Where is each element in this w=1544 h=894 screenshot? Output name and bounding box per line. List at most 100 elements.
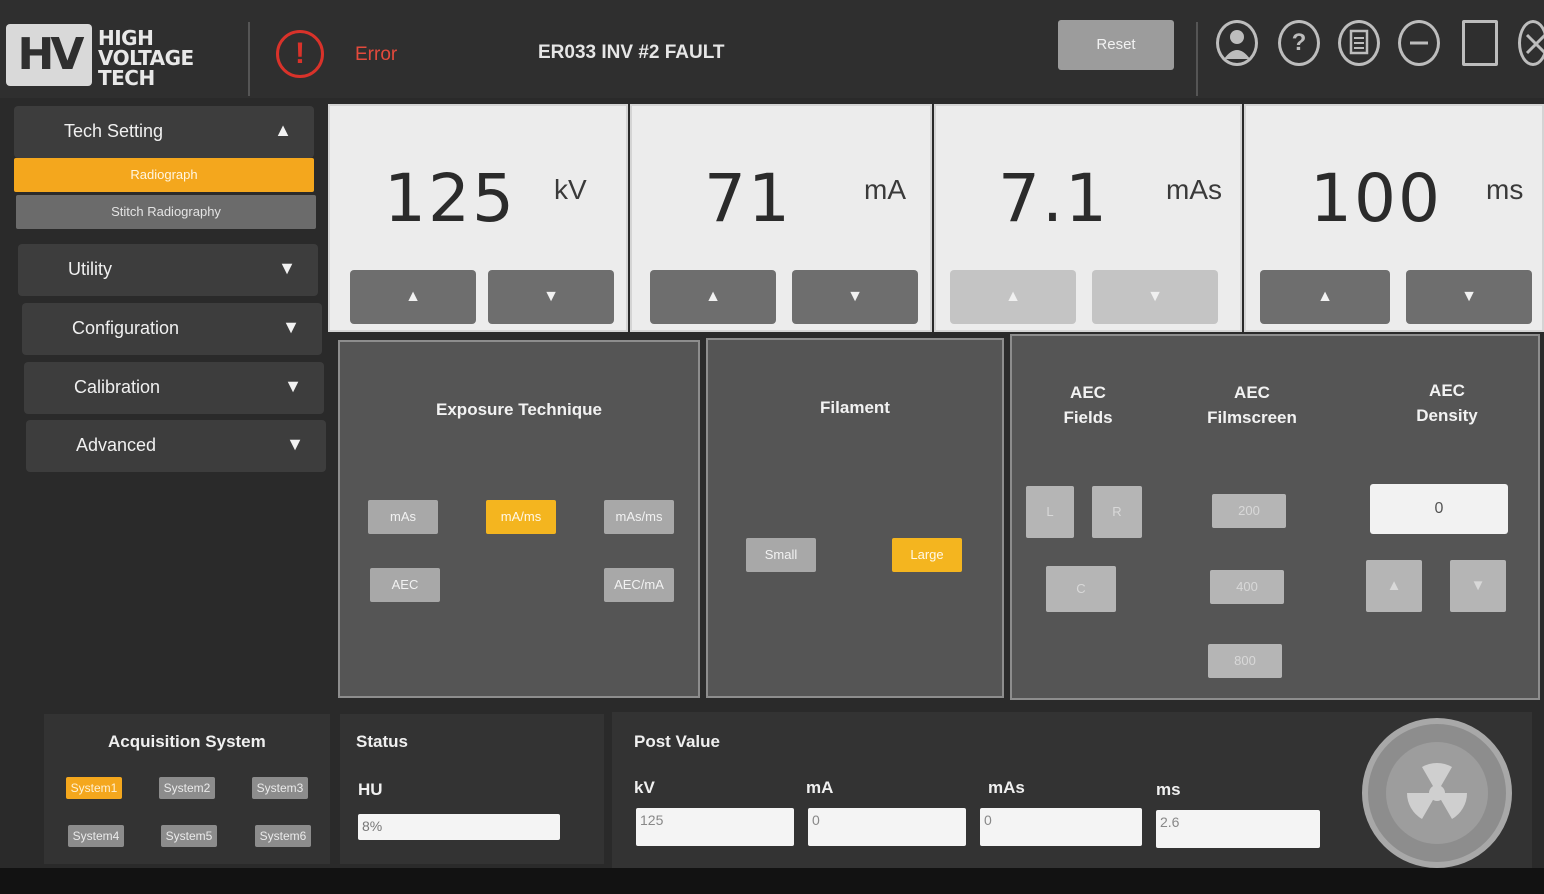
aec-density-field[interactable]: 0	[1370, 484, 1508, 534]
post-mas-field: 0	[980, 808, 1142, 846]
filament-small-button[interactable]: Small	[746, 538, 816, 572]
menu-label: Utility	[68, 259, 112, 279]
header-divider	[248, 22, 250, 96]
maximize-icon[interactable]	[1462, 20, 1498, 66]
exposure-ma-ms-button[interactable]: mA/ms	[486, 500, 556, 534]
ms-up-button[interactable]: ▲	[1260, 270, 1390, 324]
mas-down-button[interactable]: ▼	[1092, 270, 1218, 324]
minimize-icon[interactable]	[1398, 20, 1440, 66]
system4-button[interactable]: System4	[68, 825, 124, 847]
menu-utility[interactable]: Utility ▼	[18, 244, 318, 296]
aec-filmscreen-400-button[interactable]: 400	[1210, 570, 1284, 604]
chevron-down-icon: ▼	[286, 434, 304, 454]
menu-tech-setting[interactable]: Tech Setting ▲	[14, 106, 314, 158]
error-message: ER033 INV #2 FAULT	[538, 42, 725, 63]
error-icon: !	[276, 30, 324, 78]
panel-title: Filament	[820, 398, 890, 417]
aec-field-center-button[interactable]: C	[1046, 566, 1116, 612]
exposure-aec-ma-button[interactable]: AEC/mA	[604, 568, 674, 602]
ma-up-button[interactable]: ▲	[650, 270, 776, 324]
logo-line: VOLTAGE	[98, 46, 194, 70]
logo-mark: HV	[6, 24, 92, 86]
post-ma-label: mA	[806, 778, 834, 797]
exposure-technique-panel: Exposure Technique mAs mA/ms mAs/ms AEC …	[338, 340, 700, 698]
aec-filmscreen-800-button[interactable]: 800	[1208, 644, 1282, 678]
kv-down-button[interactable]: ▼	[488, 270, 614, 324]
error-label: Error	[355, 44, 398, 65]
system1-button[interactable]: System1	[66, 777, 122, 799]
sidebar: Tech Setting ▲ Radiograph Stitch Radiogr…	[10, 100, 328, 700]
exposure-mas-ms-button[interactable]: mAs/ms	[604, 500, 674, 534]
aec-density-down-button[interactable]: ▼	[1450, 560, 1506, 612]
system3-button[interactable]: System3	[252, 777, 308, 799]
ms-card: 100 ms ▲ ▼	[1244, 104, 1544, 332]
status-title: Status	[356, 732, 408, 751]
post-kv-label: kV	[634, 778, 655, 797]
filament-large-button[interactable]: Large	[892, 538, 962, 572]
aec-fields-title: AEC Fields	[1063, 383, 1113, 427]
panel-title: Exposure Technique	[436, 400, 602, 419]
system2-button[interactable]: System2	[159, 777, 215, 799]
menu-configuration[interactable]: Configuration ▼	[22, 303, 322, 355]
menu-advanced[interactable]: Advanced ▼	[26, 420, 326, 472]
hu-label: HU	[358, 780, 383, 799]
sidebar-item-radiograph[interactable]: Radiograph	[14, 158, 314, 192]
aec-filmscreen-200-button[interactable]: 200	[1212, 494, 1286, 528]
aec-field-left-button[interactable]: L	[1026, 486, 1074, 538]
kv-value: 125	[384, 160, 516, 237]
post-ma-field: 0	[808, 808, 966, 846]
header-divider	[1196, 22, 1198, 96]
document-icon[interactable]	[1338, 20, 1380, 66]
system6-button[interactable]: System6	[255, 825, 311, 847]
app-screen: HV HIGH VOLTAGE TECH ! Error ER033 INV #…	[0, 0, 1544, 894]
menu-label: Configuration	[72, 318, 180, 338]
acquisition-title: Acquisition System	[108, 732, 266, 751]
post-mas-label: mAs	[988, 778, 1025, 797]
user-icon[interactable]	[1216, 20, 1258, 66]
expose-button[interactable]	[1362, 718, 1512, 868]
hu-field: 8%	[358, 814, 560, 840]
chevron-up-icon: ▲	[274, 120, 292, 140]
aec-density-up-button[interactable]: ▲	[1366, 560, 1422, 612]
post-kv-field: 125	[636, 808, 794, 846]
kv-card: 125 kV ▲ ▼	[328, 104, 628, 332]
menu-label: Tech Setting	[64, 121, 164, 141]
reset-button[interactable]: Reset	[1058, 20, 1174, 70]
ms-down-button[interactable]: ▼	[1406, 270, 1532, 324]
close-icon[interactable]	[1518, 20, 1544, 66]
chevron-down-icon: ▼	[282, 317, 300, 337]
mas-card: 7.1 mAs ▲ ▼	[934, 104, 1242, 332]
aec-filmscreen-title: AEC Filmscreen	[1207, 383, 1297, 427]
screen-bezel	[0, 868, 1544, 894]
mas-unit: mAs	[1166, 174, 1222, 205]
status-panel: Status HU 8%	[340, 714, 604, 864]
ma-card: 71 mA ▲ ▼	[630, 104, 932, 332]
sidebar-item-stitch-radiography[interactable]: Stitch Radiography	[16, 195, 316, 229]
menu-label: Advanced	[76, 435, 157, 455]
post-ms-field: 2.6	[1156, 810, 1320, 848]
ma-down-button[interactable]: ▼	[792, 270, 918, 324]
post-value-title: Post Value	[634, 732, 720, 751]
acquisition-system-panel: Acquisition System System1 System2 Syste…	[44, 714, 330, 864]
mas-up-button[interactable]: ▲	[950, 270, 1076, 324]
ma-unit: mA	[864, 174, 906, 205]
system5-button[interactable]: System5	[161, 825, 217, 847]
aec-field-right-button[interactable]: R	[1092, 486, 1142, 538]
menu-calibration[interactable]: Calibration ▼	[24, 362, 324, 414]
aec-density-title: AEC Density	[1416, 381, 1478, 425]
logo-line: HIGH	[98, 26, 154, 50]
chevron-down-icon: ▼	[278, 258, 296, 278]
radiation-icon	[1386, 742, 1488, 844]
ms-value: 100	[1310, 160, 1442, 237]
mas-value: 7.1	[998, 160, 1109, 237]
logo-text: HIGH VOLTAGE TECH	[98, 28, 238, 88]
ms-unit: ms	[1486, 174, 1524, 205]
kv-up-button[interactable]: ▲	[350, 270, 476, 324]
exposure-mas-button[interactable]: mAs	[368, 500, 438, 534]
ma-value: 71	[704, 160, 792, 237]
logo-line: TECH	[98, 66, 155, 90]
help-icon[interactable]: ?	[1278, 20, 1320, 66]
exposure-aec-button[interactable]: AEC	[370, 568, 440, 602]
chevron-down-icon: ▼	[284, 376, 302, 396]
filament-panel: Filament Small Large	[706, 338, 1004, 698]
